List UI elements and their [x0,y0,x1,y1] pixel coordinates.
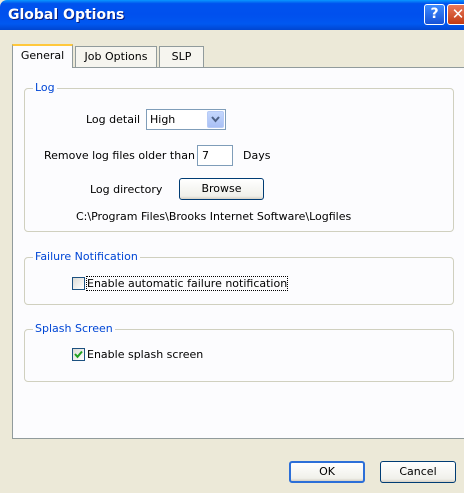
log-directory-label: Log directory [90,183,163,196]
checkmark-icon [74,350,83,359]
failure-notification-checkbox[interactable] [72,277,85,290]
log-detail-select[interactable]: High [146,109,226,130]
chevron-down-icon[interactable] [207,111,224,128]
help-button[interactable]: ? [424,4,445,25]
remove-log-label: Remove log files older than [44,149,195,162]
failure-group-legend: Failure Notification [33,250,140,263]
splash-screen-checkbox[interactable] [72,348,85,361]
log-group-legend: Log [33,81,57,94]
splash-group-legend: Splash Screen [33,322,115,335]
tab-general[interactable]: General [12,44,73,68]
splash-screen-label[interactable]: Enable splash screen [87,348,203,361]
ok-button[interactable]: OK [289,461,365,483]
log-detail-value: High [150,113,176,126]
days-unit-label: Days [243,149,271,162]
title-bar[interactable]: Global Options ? ✕ [0,0,464,30]
remove-days-input[interactable]: 7 [197,145,233,166]
log-directory-path: C:\Program Files\Brooks Internet Softwar… [76,210,352,223]
log-detail-label: Log detail [86,113,141,126]
tab-job-options[interactable]: Job Options [75,46,157,67]
global-options-dialog: Global Options ? ✕ General Job Options S… [0,0,464,493]
failure-notification-label[interactable]: Enable automatic failure notification [85,276,289,291]
close-button[interactable]: ✕ [447,4,464,25]
window-title: Global Options [8,7,125,23]
tab-slp[interactable]: SLP [159,46,204,67]
browse-button[interactable]: Browse [179,178,264,200]
cancel-button[interactable]: Cancel [380,461,456,483]
